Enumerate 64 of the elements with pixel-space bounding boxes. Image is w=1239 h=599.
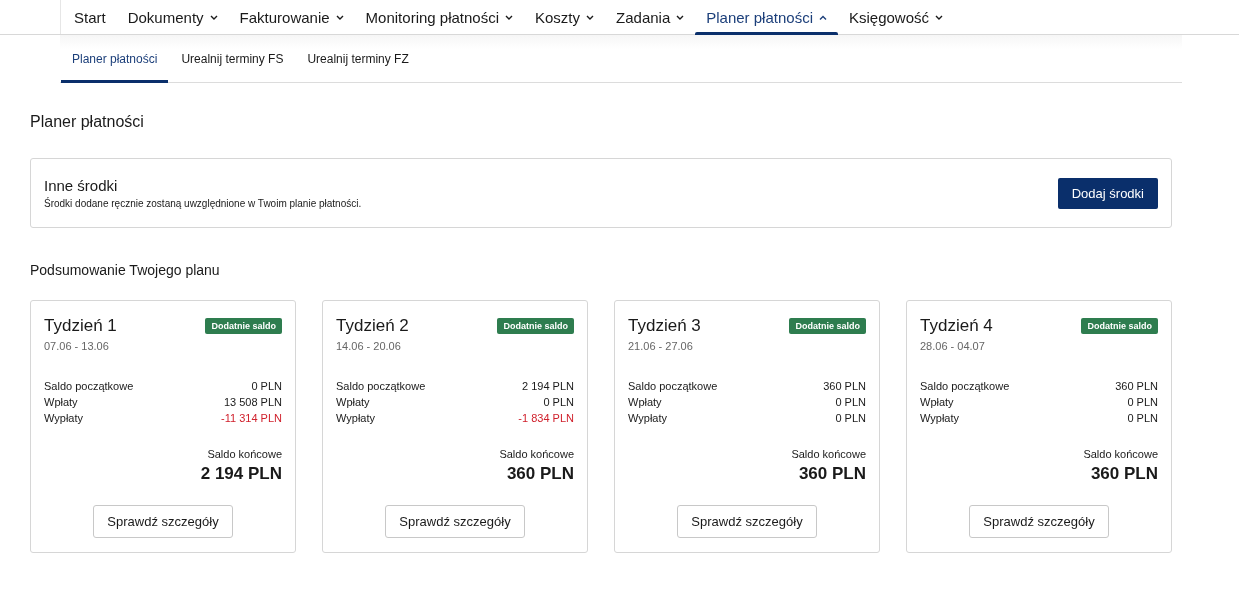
end-balance-value: 360 PLN [1090,464,1158,484]
status-badge: Dodatnie saldo [205,318,282,334]
details-button[interactable]: Sprawdź szczegóły [385,505,525,538]
row-value: 0 PLN [835,395,866,410]
end-balance-value: 2 194 PLN [200,464,282,484]
row-value: 2 194 PLN [522,379,574,394]
nav-item[interactable]: Księgowość [838,0,955,34]
row-value: -11 314 PLN [221,411,282,426]
row-value: 0 PLN [543,395,574,410]
details-button[interactable]: Sprawdź szczegóły [93,505,233,538]
sub-tab[interactable]: Urealnij terminy FZ [295,35,421,82]
row-label: Wypłaty [336,411,376,426]
nav-item[interactable]: Monitoring płatności [354,0,524,34]
status-badge: Dodatnie saldo [497,318,574,334]
row-label: Saldo początkowe [920,379,1010,394]
row-label: Saldo początkowe [628,379,718,394]
row-value: -1 834 PLN [518,411,574,426]
status-badge: Dodatnie saldo [789,318,866,334]
row-value: 0 PLN [251,379,282,394]
row-label: Wypłaty [628,411,668,426]
details-button[interactable]: Sprawdź szczegóły [969,505,1109,538]
end-balance-label: Saldo końcowe [207,448,282,460]
end-balance-label: Saldo końcowe [499,448,574,460]
date-range: 07.06 - 13.06 [44,340,110,352]
add-funds-button[interactable]: Dodaj środki [1057,177,1158,209]
row-value: 0 PLN [1127,411,1158,426]
panel-title: Inne środki [44,177,119,194]
nav-item[interactable]: Start [63,0,117,34]
end-balance-label: Saldo końcowe [791,448,866,460]
panel-description: Środki dodane ręcznie zostaną uwzględnione w Twoim planie płatności. [44,198,362,209]
row-label: Wpłaty [336,395,370,410]
week-title: Tydzień 3 [628,316,701,336]
end-balance-value: 360 PLN [798,464,866,484]
sub-tab[interactable]: Planer płatności [60,35,170,82]
week-title: Tydzień 1 [44,316,117,336]
nav-item[interactable]: Dokumenty [116,0,229,34]
end-balance-label: Saldo końcowe [1083,448,1158,460]
row-label: Saldo początkowe [44,379,134,394]
row-label: Wpłaty [920,395,954,410]
row-label: Wypłaty [44,411,84,426]
row-value: 360 PLN [823,379,866,394]
sub-tab[interactable]: Urealnij terminy FS [169,35,296,82]
status-badge: Dodatnie saldo [1081,318,1158,334]
row-label: Wpłaty [44,395,78,410]
row-label: Saldo początkowe [336,379,426,394]
date-range: 28.06 - 04.07 [920,340,986,352]
nav-item[interactable]: Planer płatności [695,0,838,34]
row-value: 360 PLN [1115,379,1158,394]
row-label: Wypłaty [920,411,960,426]
date-range: 14.06 - 20.06 [336,340,402,352]
row-value: 0 PLN [835,411,866,426]
end-balance-value: 360 PLN [506,464,574,484]
row-label: Wpłaty [628,395,662,410]
week-title: Tydzień 2 [336,316,409,336]
nav-item[interactable]: Zadania [605,0,696,34]
week-title: Tydzień 4 [920,316,993,336]
page-title: Planer płatności [30,113,145,131]
nav-item[interactable]: Koszty [524,0,606,34]
row-value: 0 PLN [1127,395,1158,410]
date-range: 21.06 - 27.06 [628,340,694,352]
nav-item[interactable]: Fakturowanie [228,0,355,34]
details-button[interactable]: Sprawdź szczegóły [677,505,817,538]
row-value: 13 508 PLN [223,395,282,410]
section-title: Podsumowanie Twojego planu [30,262,221,278]
